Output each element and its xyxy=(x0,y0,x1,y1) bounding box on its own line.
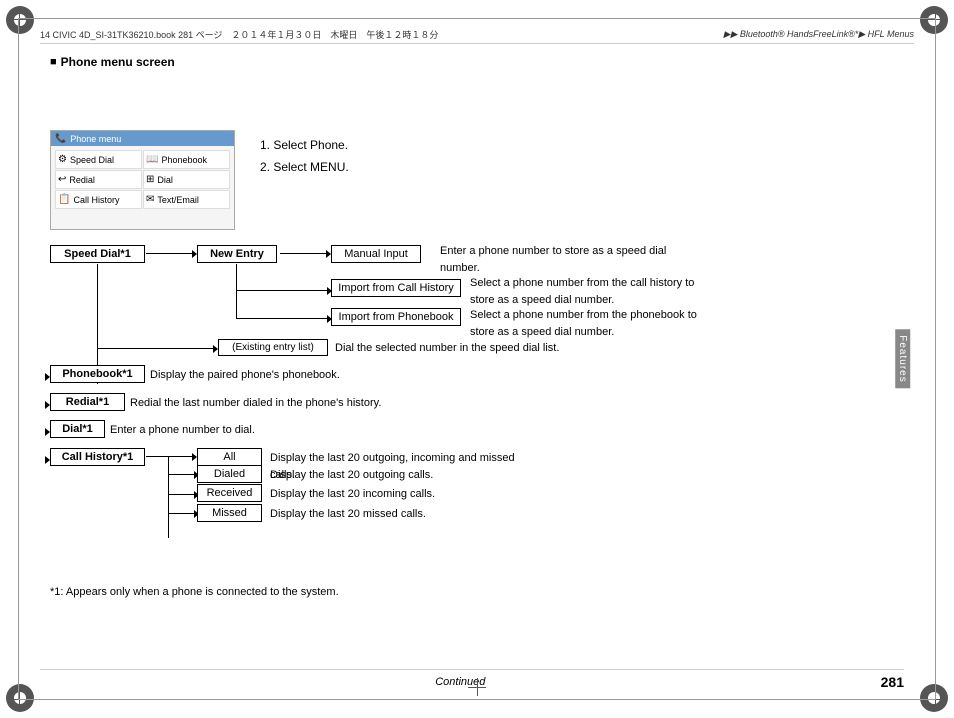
phonebook-icon: 📖 xyxy=(146,154,158,165)
node-import-phonebook: Import from Phonebook xyxy=(331,308,461,326)
menu-item-redial: ↩ Redial xyxy=(55,170,142,189)
flow-diagram: Speed Dial*1 New Entry Manual Input Ente… xyxy=(50,245,904,608)
dial-icon: ⊞ xyxy=(146,174,154,185)
desc-import-call-history: Select a phone number from the call hist… xyxy=(470,275,700,308)
line-newentry-manual xyxy=(280,253,330,254)
node-new-entry: New Entry xyxy=(197,245,277,263)
hline-sd-existing xyxy=(97,348,217,349)
desc-phonebook: Display the paired phone's phonebook. xyxy=(150,367,340,384)
hline-ne-callhist xyxy=(236,290,331,291)
node-phonebook: Phonebook*1 xyxy=(50,365,145,383)
arrow-phonebook xyxy=(45,373,50,381)
desc-missed: Display the last 20 missed calls. xyxy=(270,506,426,523)
node-all: All xyxy=(197,448,262,466)
desc-import-phonebook: Select a phone number from the phonebook… xyxy=(470,307,700,340)
arrow-redial xyxy=(45,401,50,409)
node-dial: Dial*1 xyxy=(50,420,105,438)
node-speed-dial: Speed Dial*1 xyxy=(50,245,145,263)
node-import-call-history: Import from Call History xyxy=(331,279,461,297)
desc-received: Display the last 20 incoming calls. xyxy=(270,486,435,503)
vline-ne-1 xyxy=(236,264,237,290)
line-sd-newentry xyxy=(146,253,196,254)
menu-item-phonebook: 📖 Phonebook xyxy=(143,150,230,169)
phone-menu-title: Phone menu xyxy=(70,134,121,144)
node-manual-input: Manual Input xyxy=(331,245,421,263)
desc-dial: Enter a phone number to dial. xyxy=(110,422,255,439)
arrow-dial xyxy=(45,428,50,436)
hline-ne-phonebook xyxy=(236,318,331,319)
breadcrumb: ▶▶ Bluetooth® HandsFreeLink®*▶ HFL Menus xyxy=(724,29,914,40)
speed-dial-icon: ⚙ xyxy=(58,154,67,165)
bottom-center-crosshair xyxy=(468,678,486,696)
desc-redial: Redial the last number dialed in the pho… xyxy=(130,395,381,412)
section-heading: Phone menu screen xyxy=(50,55,904,69)
arrow-call-history xyxy=(45,456,50,464)
continued-label: Continued xyxy=(40,676,881,688)
node-received: Received xyxy=(197,484,262,502)
menu-item-dial: ⊞ Dial xyxy=(143,170,230,189)
desc-existing-entry: Dial the selected number in the speed di… xyxy=(335,340,559,357)
node-redial: Redial*1 xyxy=(50,393,125,411)
desc-manual-input: Enter a phone number to store as a speed… xyxy=(440,243,670,276)
text-email-icon: ✉ xyxy=(146,194,154,205)
menu-item-speed-dial: ⚙ Speed Dial xyxy=(55,150,142,169)
call-history-icon: 📋 xyxy=(58,194,70,205)
phone-icon: 📞 xyxy=(55,133,66,144)
node-missed: Missed xyxy=(197,504,262,522)
footnote: *1: Appears only when a phone is connect… xyxy=(50,586,339,598)
hline-ch-all xyxy=(146,456,196,457)
page-header: 14 CIVIC 4D_SI-31TK36210.book 281 ページ ２０… xyxy=(40,28,914,44)
diagram-area: Speed Dial*1 New Entry Manual Input Ente… xyxy=(50,245,904,608)
file-info: 14 CIVIC 4D_SI-31TK36210.book 281 ページ ２０… xyxy=(40,28,438,41)
instruction-block: 1. Select Phone. 2. Select MENU. xyxy=(260,135,349,178)
page-number: 281 xyxy=(881,674,904,690)
main-content: Phone menu screen 📞 Phone menu ⚙ Speed D… xyxy=(50,55,904,668)
desc-dialed: Display the last 20 outgoing calls. xyxy=(270,467,433,484)
step1: 1. Select Phone. xyxy=(260,135,349,157)
phone-menu-grid: ⚙ Speed Dial 📖 Phonebook ↩ Redial ⊞ Dial… xyxy=(51,146,234,213)
phone-menu-screenshot: 📞 Phone menu ⚙ Speed Dial 📖 Phonebook ↩ … xyxy=(50,130,235,230)
menu-item-text-email: ✉ Text/Email xyxy=(143,190,230,209)
menu-item-call-history: 📋 Call History xyxy=(55,190,142,209)
vline-ch-subs xyxy=(168,456,169,538)
node-call-history: Call History*1 xyxy=(50,448,145,466)
redial-icon: ↩ xyxy=(58,174,66,185)
phone-menu-titlebar: 📞 Phone menu xyxy=(51,131,234,146)
node-existing-entry: (Existing entry list) xyxy=(218,339,328,356)
vline-ne-2 xyxy=(236,290,237,318)
step2: 2. Select MENU. xyxy=(260,157,349,179)
node-dialed: Dialed xyxy=(197,465,262,483)
